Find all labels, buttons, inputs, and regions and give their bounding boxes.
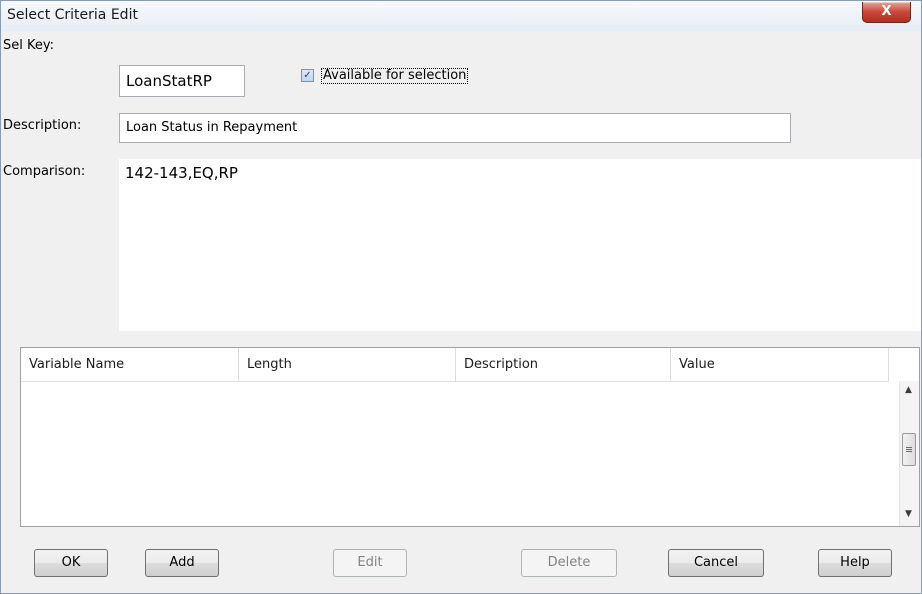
table-header: Variable Name Length Description Value — [21, 348, 889, 382]
scroll-thumb[interactable] — [902, 433, 916, 466]
title-bar[interactable]: Select Criteria Edit X — [1, 1, 921, 31]
ok-button[interactable]: OK — [34, 549, 108, 577]
column-header-value[interactable]: Value — [671, 348, 889, 381]
sel-key-value: LoanStatRP — [126, 72, 212, 90]
dialog-body: Sel Key: LoanStatRP ✓ Available for sele… — [1, 31, 921, 593]
available-for-selection-label[interactable]: Available for selection — [321, 68, 469, 84]
close-button[interactable]: X — [862, 2, 911, 23]
description-field[interactable]: Loan Status in Repayment — [119, 113, 791, 143]
cancel-button[interactable]: Cancel — [668, 549, 764, 577]
sel-key-label: Sel Key: — [3, 38, 54, 53]
sel-key-field[interactable]: LoanStatRP — [119, 65, 245, 97]
vertical-scrollbar[interactable]: ▲ ▼ — [899, 381, 919, 526]
window-title: Select Criteria Edit — [7, 7, 138, 23]
close-icon[interactable]: X — [881, 4, 891, 19]
checkmark-icon[interactable]: ✓ — [301, 69, 314, 82]
column-header-description[interactable]: Description — [456, 348, 671, 381]
description-label: Description: — [3, 118, 82, 133]
delete-button[interactable]: Delete — [521, 549, 617, 577]
comparison-value: 142-143,EQ,RP — [125, 164, 238, 182]
scroll-up-arrow-icon[interactable]: ▲ — [905, 385, 912, 395]
add-button[interactable]: Add — [145, 549, 219, 577]
description-value: Loan Status in Repayment — [126, 120, 298, 135]
help-button[interactable]: Help — [818, 549, 892, 577]
comparison-field[interactable]: 142-143,EQ,RP — [119, 159, 921, 331]
variables-table[interactable]: Variable Name Length Description Value ▲… — [20, 347, 920, 527]
column-header-variable-name[interactable]: Variable Name — [21, 348, 239, 381]
edit-button[interactable]: Edit — [333, 549, 407, 577]
scroll-down-arrow-icon[interactable]: ▼ — [905, 509, 912, 519]
select-criteria-edit-dialog: Select Criteria Edit X Sel Key: LoanStat… — [0, 0, 922, 594]
column-header-length[interactable]: Length — [239, 348, 456, 381]
comparison-label: Comparison: — [3, 164, 86, 179]
